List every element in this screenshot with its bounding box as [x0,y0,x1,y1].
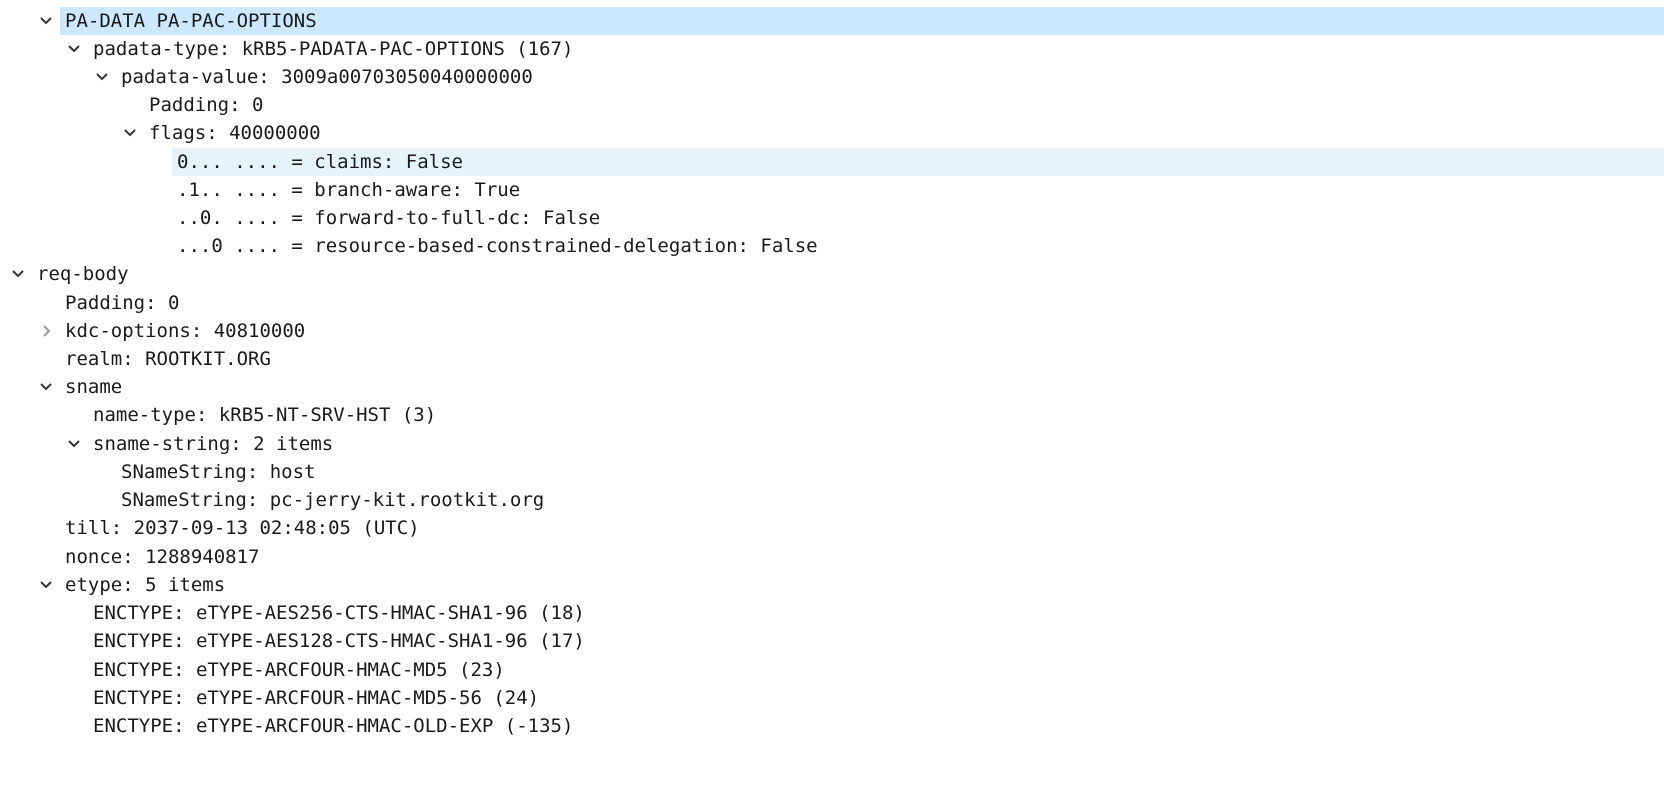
tree-row-label: ENCTYPE: eTYPE-ARCFOUR-HMAC-MD5 (23) [93,659,505,681]
tree-row-label: sname-string: 2 items [93,433,334,455]
chevron-down-icon[interactable] [36,571,56,599]
tree-row-label: realm: ROOTKIT.ORG [65,348,271,370]
tree-row-flag-rbcd[interactable]: ...0 .... = resource-based-constrained-d… [172,232,1664,260]
tree-row-label: padata-value: 3009a00703050040000000 [121,66,533,88]
tree-row-label: ENCTYPE: eTYPE-AES256-CTS-HMAC-SHA1-96 (… [93,602,585,624]
tree-row-label: SNameString: pc-jerry-kit.rootkit.org [121,489,545,511]
tree-row-label: till: 2037-09-13 02:48:05 (UTC) [65,517,420,539]
tree-row-snamestring[interactable]: SNameString: host [116,458,1664,486]
tree-row-label: ENCTYPE: eTYPE-ARCFOUR-HMAC-OLD-EXP (-13… [93,715,574,737]
tree-row-label: .1.. .... = branch-aware: True [177,179,521,201]
tree-row-kdc-options[interactable]: kdc-options: 40810000 [43,317,1664,345]
tree-row-flag-branch-aware[interactable]: .1.. .... = branch-aware: True [172,176,1664,204]
tree-row-label: 0... .... = claims: False [177,151,463,173]
tree-row-label: ..0. .... = forward-to-full-dc: False [177,207,601,229]
chevron-down-icon[interactable] [120,119,140,147]
tree-row-label: name-type: kRB5-NT-SRV-HST (3) [93,404,437,426]
tree-row-label: nonce: 1288940817 [65,546,260,568]
chevron-down-icon[interactable] [64,430,84,458]
tree-row-pa-data-pac-options[interactable]: PA-DATA PA-PAC-OPTIONS [40,7,1664,35]
tree-row-sname[interactable]: sname [40,373,1664,401]
tree-row-label: ENCTYPE: eTYPE-ARCFOUR-HMAC-MD5-56 (24) [93,687,540,709]
tree-row-nonce[interactable]: nonce: 1288940817 [60,543,1664,571]
tree-row-label: kdc-options: 40810000 [65,320,306,342]
tree-row-padata-value[interactable]: padata-value: 3009a00703050040000000 [96,63,1664,91]
tree-row-flag-claims[interactable]: 0... .... = claims: False [172,148,1664,176]
tree-row-padding[interactable]: Padding: 0 [144,91,1664,119]
tree-row-name-type[interactable]: name-type: kRB5-NT-SRV-HST (3) [88,401,1664,429]
chevron-down-icon[interactable] [8,260,28,288]
tree-row-enctype[interactable]: ENCTYPE: eTYPE-ARCFOUR-HMAC-OLD-EXP (-13… [88,712,1664,740]
chevron-down-icon[interactable] [36,373,56,401]
tree-row-label: padata-type: kRB5-PADATA-PAC-OPTIONS (16… [93,38,574,60]
tree-row-enctype[interactable]: ENCTYPE: eTYPE-ARCFOUR-HMAC-MD5 (23) [88,656,1664,684]
tree-row-padding[interactable]: Padding: 0 [60,289,1664,317]
tree-row-label: req-body [37,263,129,285]
tree-row-sname-string[interactable]: sname-string: 2 items [68,430,1664,458]
tree-row-enctype[interactable]: ENCTYPE: eTYPE-ARCFOUR-HMAC-MD5-56 (24) [88,684,1664,712]
tree-row-label: sname [65,376,123,398]
tree-row-enctype[interactable]: ENCTYPE: eTYPE-AES256-CTS-HMAC-SHA1-96 (… [88,599,1664,627]
tree-row-till[interactable]: till: 2037-09-13 02:48:05 (UTC) [60,514,1664,542]
tree-row-label: SNameString: host [121,461,316,483]
tree-row-label: PA-DATA PA-PAC-OPTIONS [65,10,317,32]
tree-row-enctype[interactable]: ENCTYPE: eTYPE-AES128-CTS-HMAC-SHA1-96 (… [88,627,1664,655]
chevron-down-icon[interactable] [92,63,112,91]
chevron-down-icon[interactable] [36,7,56,35]
tree-row-flags[interactable]: flags: 40000000 [124,119,1664,147]
tree-row-label: flags: 40000000 [149,122,321,144]
tree-row-label: ...0 .... = resource-based-constrained-d… [177,235,818,257]
tree-row-req-body[interactable]: req-body [12,260,1664,288]
tree-row-label: Padding: 0 [149,94,264,116]
chevron-down-icon[interactable] [64,35,84,63]
tree-row-padata-type[interactable]: padata-type: kRB5-PADATA-PAC-OPTIONS (16… [68,35,1664,63]
tree-row-label: Padding: 0 [65,292,180,314]
tree-row-label: ENCTYPE: eTYPE-AES128-CTS-HMAC-SHA1-96 (… [93,630,585,652]
tree-row-label: etype: 5 items [65,574,226,596]
tree-row-flag-forward-to-full-dc[interactable]: ..0. .... = forward-to-full-dc: False [172,204,1664,232]
chevron-right-icon[interactable] [36,317,56,345]
tree-row-etype[interactable]: etype: 5 items [40,571,1664,599]
tree-row-realm[interactable]: realm: ROOTKIT.ORG [60,345,1664,373]
tree-row-snamestring[interactable]: SNameString: pc-jerry-kit.rootkit.org [116,486,1664,514]
